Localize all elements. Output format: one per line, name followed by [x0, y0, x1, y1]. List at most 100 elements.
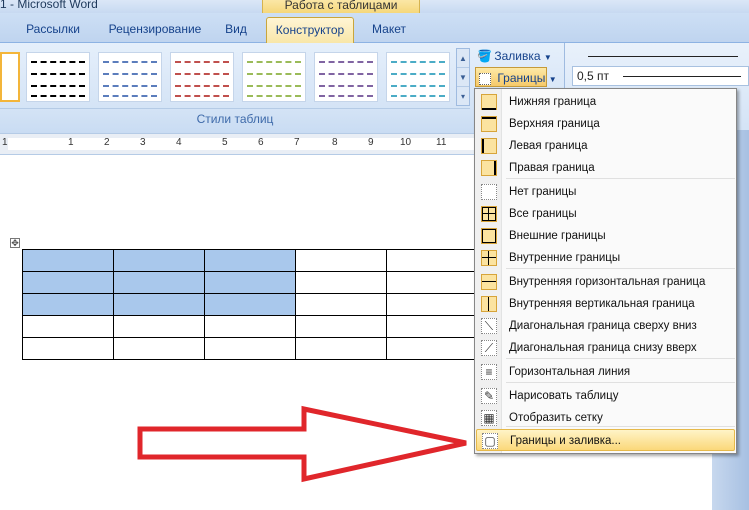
table-cell[interactable]	[386, 271, 478, 294]
table-style-swatch[interactable]	[170, 52, 234, 102]
tab-mailings[interactable]: Рассылки	[20, 17, 86, 43]
group-label-table-styles: Стили таблиц	[196, 112, 274, 126]
table-cell[interactable]	[22, 249, 114, 272]
borders-button[interactable]: Границы ▼	[475, 67, 557, 87]
table-cell[interactable]	[22, 337, 114, 360]
borders-icon	[479, 72, 491, 85]
menu-item-label: Нижняя граница	[509, 96, 597, 108]
menu-item-label: Все границы	[509, 208, 577, 220]
tab-review[interactable]: Рецензирование	[99, 17, 211, 43]
table-cell[interactable]	[386, 293, 478, 316]
menu-item-label: Внутренняя вертикальная граница	[509, 298, 695, 310]
top-border-icon	[481, 116, 497, 132]
menu-item-inside-horizontal-border[interactable]: Внутренняя горизонтальная граница	[476, 271, 735, 293]
menu-item-bottom-border[interactable]: Нижняя граница	[476, 91, 735, 113]
table-tools-context-header: Работа с таблицами	[262, 0, 420, 14]
inside-borders-icon	[481, 250, 497, 266]
menu-item-inside-vertical-border[interactable]: Внутренняя вертикальная граница	[476, 293, 735, 315]
menu-item-outside-borders[interactable]: Внешние границы	[476, 225, 735, 247]
menu-item-diagonal-down-border[interactable]: ⟍ Диагональная граница сверху вниз	[476, 315, 735, 337]
gallery-up-icon[interactable]: ▲	[457, 49, 469, 68]
table-cell[interactable]	[386, 315, 478, 338]
ruler-tick: 7	[294, 137, 300, 148]
table-cell[interactable]	[204, 271, 296, 294]
table-cell[interactable]	[295, 315, 387, 338]
table-cell[interactable]	[204, 249, 296, 272]
table-style-swatch-selected[interactable]	[0, 52, 20, 102]
menu-item-diagonal-up-border[interactable]: ⟋ Диагональная граница снизу вверх	[476, 337, 735, 359]
table-cell[interactable]	[113, 315, 205, 338]
bottom-border-icon	[481, 94, 497, 110]
tab-view[interactable]: Вид	[218, 17, 254, 43]
styles-gallery-scroll[interactable]: ▲ ▼ ▾	[456, 48, 470, 106]
table-row	[22, 337, 478, 360]
tab-layout[interactable]: Макет	[366, 17, 412, 43]
gallery-more-icon[interactable]: ▾	[457, 87, 469, 106]
all-borders-icon	[481, 206, 497, 222]
menu-item-horizontal-line[interactable]: ≡ Горизонтальная линия	[476, 361, 735, 383]
document-table[interactable]	[22, 249, 478, 360]
line-weight-value: 0,5 пт	[577, 69, 610, 83]
paint-bucket-icon: 🪣	[477, 49, 492, 63]
table-cell[interactable]	[22, 293, 114, 316]
menu-item-label: Диагональная граница снизу вверх	[509, 342, 697, 354]
shading-button[interactable]: 🪣 Заливка ▼	[477, 46, 552, 66]
table-cell[interactable]	[295, 337, 387, 360]
line-weight-preview	[623, 76, 741, 77]
table-cell[interactable]	[113, 293, 205, 316]
table-row	[22, 293, 478, 316]
table-cell[interactable]	[113, 337, 205, 360]
menu-item-label: Левая граница	[509, 140, 588, 152]
inside-vertical-border-icon	[481, 296, 497, 312]
table-cell[interactable]	[22, 271, 114, 294]
menu-item-label: Горизонтальная линия	[509, 366, 631, 378]
ruler-tick: 4	[176, 137, 182, 148]
ruler-tick: 6	[258, 137, 264, 148]
line-weight-select[interactable]: 0,5 пт	[572, 66, 749, 86]
ruler-tick: 1	[2, 137, 8, 148]
menu-item-view-gridlines[interactable]: ▦ Отобразить сетку	[476, 407, 735, 429]
table-cell[interactable]	[295, 249, 387, 272]
menu-item-borders-and-shading[interactable]: ▢ Границы и заливка...	[476, 429, 735, 451]
menu-item-label: Внутренние границы	[509, 252, 621, 264]
table-style-swatch[interactable]	[386, 52, 450, 102]
table-cell[interactable]	[113, 271, 205, 294]
menu-item-label: Правая граница	[509, 162, 595, 174]
menu-item-right-border[interactable]: Правая граница	[476, 157, 735, 179]
menu-item-draw-table[interactable]: ✎ Нарисовать таблицу	[476, 385, 735, 407]
menu-item-all-borders[interactable]: Все границы	[476, 203, 735, 225]
ruler-tick: 9	[368, 137, 374, 148]
outside-borders-icon	[481, 228, 497, 244]
menu-item-inside-borders[interactable]: Внутренние границы	[476, 247, 735, 269]
table-style-swatch[interactable]	[98, 52, 162, 102]
table-cell[interactable]	[204, 293, 296, 316]
table-cell[interactable]	[295, 271, 387, 294]
table-cell[interactable]	[295, 293, 387, 316]
menu-item-no-border[interactable]: Нет границы	[476, 181, 735, 203]
red-arrow-annotation	[137, 405, 467, 483]
table-cell[interactable]	[22, 315, 114, 338]
menu-item-left-border[interactable]: Левая граница	[476, 135, 735, 157]
table-cell[interactable]	[113, 249, 205, 272]
gallery-down-icon[interactable]: ▼	[457, 68, 469, 87]
menu-item-top-border[interactable]: Верхняя граница	[476, 113, 735, 135]
line-style-preview[interactable]	[588, 56, 738, 57]
table-cell[interactable]	[204, 315, 296, 338]
ruler-tick: 3	[140, 137, 146, 148]
tab-design[interactable]: Конструктор	[266, 17, 354, 43]
table-cell[interactable]	[386, 337, 478, 360]
table-style-swatch[interactable]	[26, 52, 90, 102]
table-move-handle-icon[interactable]: ✥	[10, 238, 20, 248]
table-cell[interactable]	[204, 337, 296, 360]
menu-item-label: Границы и заливка...	[510, 435, 621, 447]
menu-item-label: Внешние границы	[509, 230, 606, 242]
table-style-swatch[interactable]	[314, 52, 378, 102]
table-row	[22, 249, 478, 272]
shading-button-label: Заливка	[494, 49, 541, 63]
menu-item-label: Нет границы	[509, 186, 577, 198]
table-cell[interactable]	[386, 249, 478, 272]
window-title: 1 - Microsoft Word	[0, 0, 98, 11]
menu-item-label: Внутренняя горизонтальная граница	[509, 276, 706, 288]
table-style-swatch[interactable]	[242, 52, 306, 102]
menu-item-label: Диагональная граница сверху вниз	[509, 320, 697, 332]
